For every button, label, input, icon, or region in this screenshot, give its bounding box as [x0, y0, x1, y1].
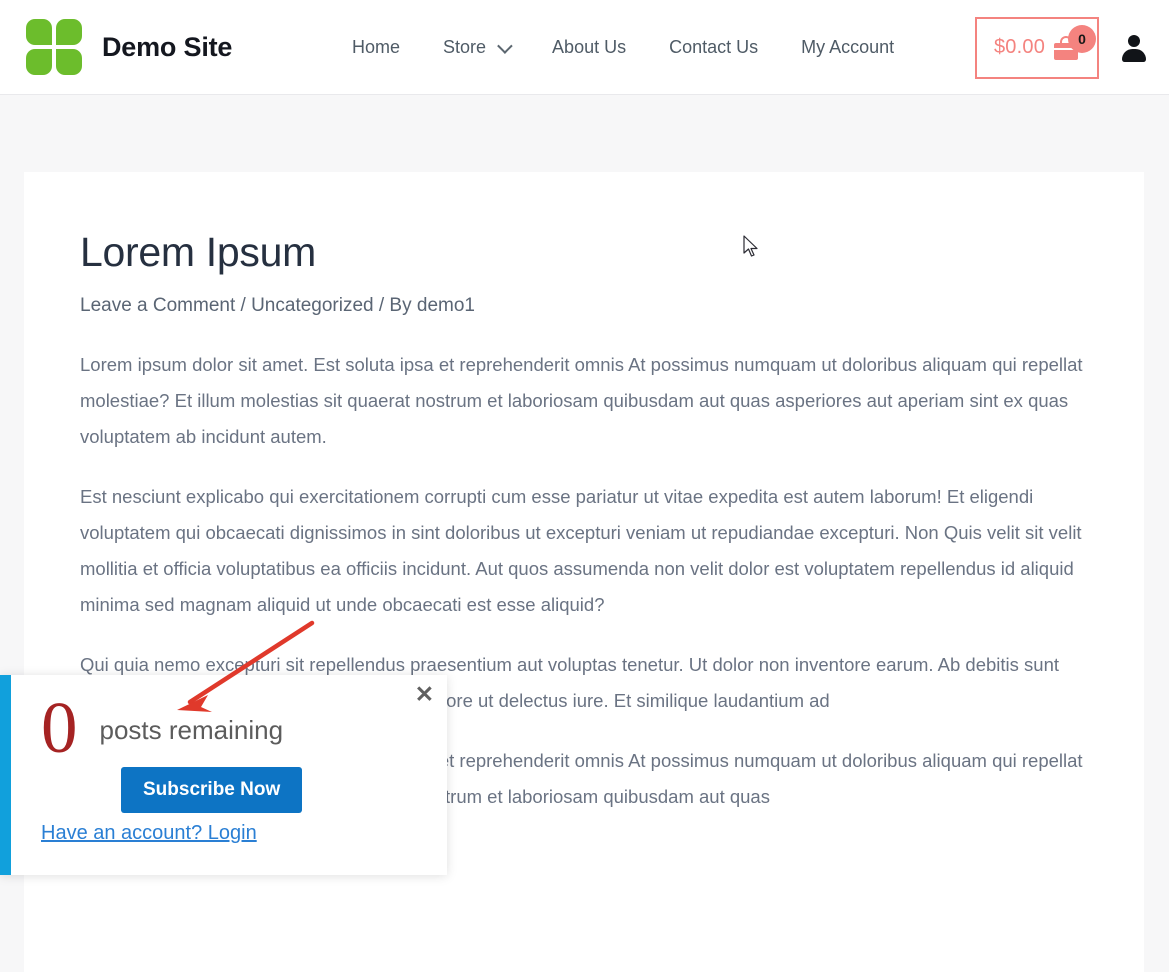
logo-petal-bottom-right	[56, 49, 82, 75]
nav-item-contact-us[interactable]: Contact Us	[669, 37, 758, 58]
post-meta: Leave a Comment / Uncategorized / By dem…	[80, 295, 475, 317]
nav-item-label: About Us	[552, 37, 627, 57]
post-paragraph: Est nesciunt explicabo qui exercitatione…	[80, 486, 1082, 616]
cart-total-amount: $0.00	[993, 36, 1046, 58]
posts-remaining-label: posts remaining	[99, 715, 284, 745]
chevron-down-icon	[497, 38, 513, 54]
nav-item-label: Home	[352, 37, 401, 57]
user-account-icon[interactable]	[1121, 34, 1147, 62]
posts-remaining-row: 0 posts remaining	[41, 687, 284, 768]
nav-item-my-account[interactable]: My Account	[801, 37, 894, 58]
shopping-bag-icon: 0	[1054, 24, 1097, 61]
main-navigation: Home Store About Us Contact Us My Accoun…	[352, 0, 894, 95]
page-title: Lorem Ipsum	[80, 229, 316, 275]
subscribe-now-button[interactable]: Subscribe Now	[121, 767, 303, 813]
nav-item-label: My Account	[801, 37, 895, 57]
brand[interactable]: Demo Site	[26, 19, 232, 75]
nav-item-home[interactable]: Home	[352, 37, 400, 58]
site-header: Demo Site Home Store About Us Contact Us…	[0, 0, 1169, 95]
nav-item-label: Store	[443, 37, 487, 57]
subscribe-modal: ✕ 0 posts remaining Subscribe Now Have a…	[0, 675, 447, 875]
cart-button[interactable]: $0.00 0	[975, 16, 1099, 79]
site-title: Demo Site	[102, 31, 233, 62]
logo-petal-bottom-left	[26, 49, 52, 75]
logo-petal-top-left	[26, 19, 52, 45]
posts-remaining-count: 0	[41, 687, 78, 768]
header-right-tools: $0.00 0	[975, 0, 1147, 95]
login-link[interactable]: Have an account? Login	[41, 822, 257, 845]
nav-item-store[interactable]: Store	[443, 37, 513, 58]
close-icon[interactable]: ✕	[415, 683, 434, 706]
post-paragraph: Lorem ipsum dolor sit amet. Est soluta i…	[80, 354, 1083, 448]
cart-item-count-badge: 0	[1068, 24, 1097, 53]
nav-item-about-us[interactable]: About Us	[552, 37, 626, 58]
logo-petal-top-right	[56, 19, 82, 45]
site-logo-icon	[26, 19, 82, 75]
nav-item-label: Contact Us	[669, 37, 759, 57]
